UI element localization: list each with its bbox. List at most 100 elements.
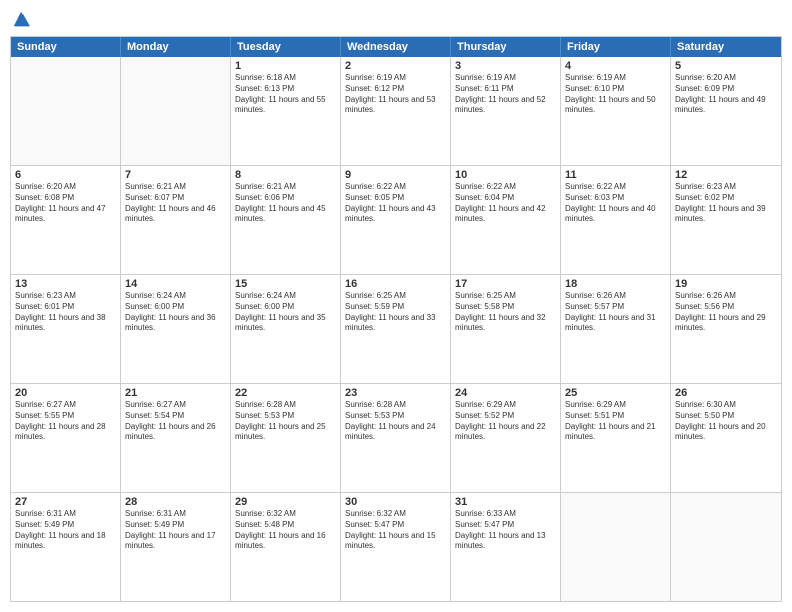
cell-info: Sunrise: 6:24 AM Sunset: 6:00 PM Dayligh… [235, 291, 336, 334]
empty-cell [121, 57, 231, 165]
cell-info: Sunrise: 6:27 AM Sunset: 5:54 PM Dayligh… [125, 400, 226, 443]
cell-info: Sunrise: 6:29 AM Sunset: 5:52 PM Dayligh… [455, 400, 556, 443]
day-number: 21 [125, 387, 226, 399]
day-cell-3: 3Sunrise: 6:19 AM Sunset: 6:11 PM Daylig… [451, 57, 561, 165]
logo-icon [12, 10, 30, 28]
day-cell-30: 30Sunrise: 6:32 AM Sunset: 5:47 PM Dayli… [341, 493, 451, 601]
day-number: 3 [455, 60, 556, 72]
day-cell-25: 25Sunrise: 6:29 AM Sunset: 5:51 PM Dayli… [561, 384, 671, 492]
cell-info: Sunrise: 6:27 AM Sunset: 5:55 PM Dayligh… [15, 400, 116, 443]
header-day-sunday: Sunday [11, 37, 121, 57]
day-number: 10 [455, 169, 556, 181]
header-day-monday: Monday [121, 37, 231, 57]
day-cell-12: 12Sunrise: 6:23 AM Sunset: 6:02 PM Dayli… [671, 166, 781, 274]
cell-info: Sunrise: 6:30 AM Sunset: 5:50 PM Dayligh… [675, 400, 777, 443]
cell-info: Sunrise: 6:28 AM Sunset: 5:53 PM Dayligh… [235, 400, 336, 443]
day-cell-28: 28Sunrise: 6:31 AM Sunset: 5:49 PM Dayli… [121, 493, 231, 601]
cell-info: Sunrise: 6:25 AM Sunset: 5:59 PM Dayligh… [345, 291, 446, 334]
day-cell-2: 2Sunrise: 6:19 AM Sunset: 6:12 PM Daylig… [341, 57, 451, 165]
header-day-thursday: Thursday [451, 37, 561, 57]
cell-info: Sunrise: 6:22 AM Sunset: 6:04 PM Dayligh… [455, 182, 556, 225]
day-cell-11: 11Sunrise: 6:22 AM Sunset: 6:03 PM Dayli… [561, 166, 671, 274]
cell-info: Sunrise: 6:26 AM Sunset: 5:57 PM Dayligh… [565, 291, 666, 334]
day-number: 29 [235, 496, 336, 508]
cell-info: Sunrise: 6:22 AM Sunset: 6:03 PM Dayligh… [565, 182, 666, 225]
day-cell-1: 1Sunrise: 6:18 AM Sunset: 6:13 PM Daylig… [231, 57, 341, 165]
cell-info: Sunrise: 6:20 AM Sunset: 6:08 PM Dayligh… [15, 182, 116, 225]
cell-info: Sunrise: 6:26 AM Sunset: 5:56 PM Dayligh… [675, 291, 777, 334]
cell-info: Sunrise: 6:21 AM Sunset: 6:06 PM Dayligh… [235, 182, 336, 225]
cell-info: Sunrise: 6:29 AM Sunset: 5:51 PM Dayligh… [565, 400, 666, 443]
cell-info: Sunrise: 6:21 AM Sunset: 6:07 PM Dayligh… [125, 182, 226, 225]
calendar-row-5: 27Sunrise: 6:31 AM Sunset: 5:49 PM Dayli… [11, 492, 781, 601]
cell-info: Sunrise: 6:19 AM Sunset: 6:12 PM Dayligh… [345, 73, 446, 116]
calendar-body: 1Sunrise: 6:18 AM Sunset: 6:13 PM Daylig… [11, 57, 781, 601]
day-number: 16 [345, 278, 446, 290]
header-day-tuesday: Tuesday [231, 37, 341, 57]
header-day-friday: Friday [561, 37, 671, 57]
logo [10, 10, 30, 28]
day-number: 8 [235, 169, 336, 181]
day-number: 24 [455, 387, 556, 399]
cell-info: Sunrise: 6:24 AM Sunset: 6:00 PM Dayligh… [125, 291, 226, 334]
cell-info: Sunrise: 6:32 AM Sunset: 5:48 PM Dayligh… [235, 509, 336, 552]
day-cell-9: 9Sunrise: 6:22 AM Sunset: 6:05 PM Daylig… [341, 166, 451, 274]
cell-info: Sunrise: 6:23 AM Sunset: 6:02 PM Dayligh… [675, 182, 777, 225]
day-number: 17 [455, 278, 556, 290]
day-number: 19 [675, 278, 777, 290]
day-number: 12 [675, 169, 777, 181]
day-number: 18 [565, 278, 666, 290]
day-cell-6: 6Sunrise: 6:20 AM Sunset: 6:08 PM Daylig… [11, 166, 121, 274]
day-cell-26: 26Sunrise: 6:30 AM Sunset: 5:50 PM Dayli… [671, 384, 781, 492]
calendar-row-2: 6Sunrise: 6:20 AM Sunset: 6:08 PM Daylig… [11, 165, 781, 274]
calendar-header: SundayMondayTuesdayWednesdayThursdayFrid… [11, 37, 781, 57]
day-cell-10: 10Sunrise: 6:22 AM Sunset: 6:04 PM Dayli… [451, 166, 561, 274]
day-number: 15 [235, 278, 336, 290]
cell-info: Sunrise: 6:19 AM Sunset: 6:10 PM Dayligh… [565, 73, 666, 116]
day-cell-13: 13Sunrise: 6:23 AM Sunset: 6:01 PM Dayli… [11, 275, 121, 383]
day-number: 4 [565, 60, 666, 72]
cell-info: Sunrise: 6:31 AM Sunset: 5:49 PM Dayligh… [15, 509, 116, 552]
day-cell-16: 16Sunrise: 6:25 AM Sunset: 5:59 PM Dayli… [341, 275, 451, 383]
day-cell-4: 4Sunrise: 6:19 AM Sunset: 6:10 PM Daylig… [561, 57, 671, 165]
calendar: SundayMondayTuesdayWednesdayThursdayFrid… [10, 36, 782, 602]
cell-info: Sunrise: 6:19 AM Sunset: 6:11 PM Dayligh… [455, 73, 556, 116]
cell-info: Sunrise: 6:28 AM Sunset: 5:53 PM Dayligh… [345, 400, 446, 443]
day-cell-8: 8Sunrise: 6:21 AM Sunset: 6:06 PM Daylig… [231, 166, 341, 274]
day-cell-19: 19Sunrise: 6:26 AM Sunset: 5:56 PM Dayli… [671, 275, 781, 383]
day-cell-15: 15Sunrise: 6:24 AM Sunset: 6:00 PM Dayli… [231, 275, 341, 383]
cell-info: Sunrise: 6:31 AM Sunset: 5:49 PM Dayligh… [125, 509, 226, 552]
day-number: 9 [345, 169, 446, 181]
calendar-row-4: 20Sunrise: 6:27 AM Sunset: 5:55 PM Dayli… [11, 383, 781, 492]
cell-info: Sunrise: 6:18 AM Sunset: 6:13 PM Dayligh… [235, 73, 336, 116]
empty-cell [561, 493, 671, 601]
cell-info: Sunrise: 6:23 AM Sunset: 6:01 PM Dayligh… [15, 291, 116, 334]
day-cell-27: 27Sunrise: 6:31 AM Sunset: 5:49 PM Dayli… [11, 493, 121, 601]
day-number: 28 [125, 496, 226, 508]
page: SundayMondayTuesdayWednesdayThursdayFrid… [0, 0, 792, 612]
day-cell-5: 5Sunrise: 6:20 AM Sunset: 6:09 PM Daylig… [671, 57, 781, 165]
day-number: 27 [15, 496, 116, 508]
day-number: 6 [15, 169, 116, 181]
calendar-row-1: 1Sunrise: 6:18 AM Sunset: 6:13 PM Daylig… [11, 57, 781, 165]
day-number: 7 [125, 169, 226, 181]
day-number: 30 [345, 496, 446, 508]
day-number: 25 [565, 387, 666, 399]
cell-info: Sunrise: 6:25 AM Sunset: 5:58 PM Dayligh… [455, 291, 556, 334]
day-number: 20 [15, 387, 116, 399]
header [10, 10, 782, 28]
day-number: 31 [455, 496, 556, 508]
day-number: 14 [125, 278, 226, 290]
cell-info: Sunrise: 6:20 AM Sunset: 6:09 PM Dayligh… [675, 73, 777, 116]
calendar-row-3: 13Sunrise: 6:23 AM Sunset: 6:01 PM Dayli… [11, 274, 781, 383]
day-cell-24: 24Sunrise: 6:29 AM Sunset: 5:52 PM Dayli… [451, 384, 561, 492]
header-day-wednesday: Wednesday [341, 37, 451, 57]
day-number: 5 [675, 60, 777, 72]
empty-cell [11, 57, 121, 165]
day-cell-20: 20Sunrise: 6:27 AM Sunset: 5:55 PM Dayli… [11, 384, 121, 492]
day-cell-23: 23Sunrise: 6:28 AM Sunset: 5:53 PM Dayli… [341, 384, 451, 492]
day-cell-29: 29Sunrise: 6:32 AM Sunset: 5:48 PM Dayli… [231, 493, 341, 601]
header-day-saturday: Saturday [671, 37, 781, 57]
day-number: 13 [15, 278, 116, 290]
day-cell-31: 31Sunrise: 6:33 AM Sunset: 5:47 PM Dayli… [451, 493, 561, 601]
